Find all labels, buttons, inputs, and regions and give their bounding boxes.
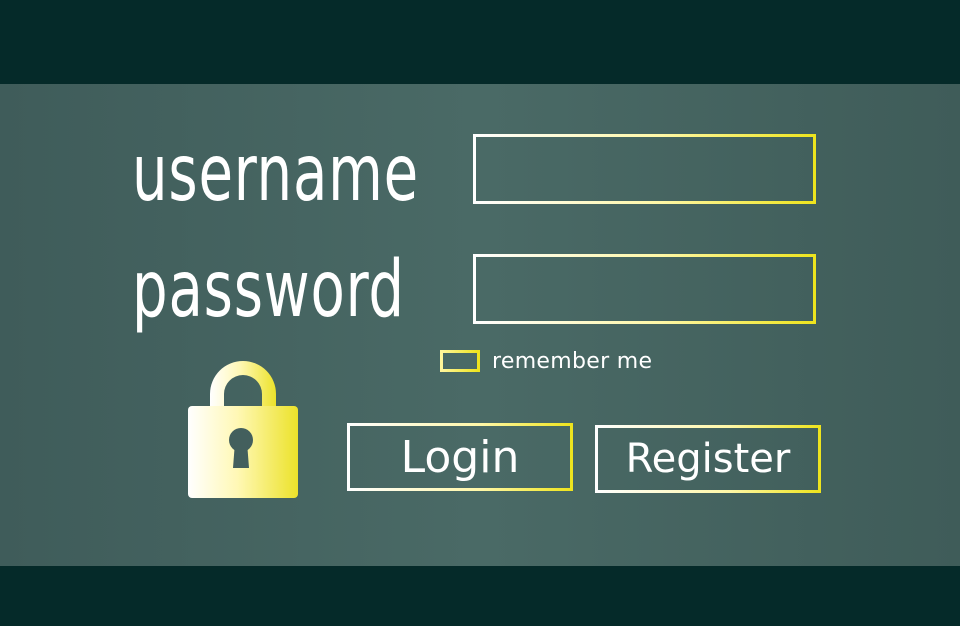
remember-me-checkbox[interactable] <box>440 350 480 372</box>
login-button[interactable]: Login <box>347 423 573 491</box>
remember-me[interactable]: remember me <box>440 348 652 374</box>
username-label: username <box>132 129 419 219</box>
username-input[interactable] <box>476 137 813 201</box>
padlock-icon <box>188 361 298 498</box>
username-field-box[interactable] <box>473 134 816 204</box>
password-field-box[interactable] <box>473 254 816 324</box>
remember-me-label: remember me <box>492 348 653 374</box>
password-input[interactable] <box>476 257 813 321</box>
password-label: password <box>132 245 405 335</box>
login-screen: username password remember me Login Regi… <box>0 0 960 626</box>
register-button[interactable]: Register <box>595 425 821 493</box>
login-panel: username password remember me Login Regi… <box>0 84 960 566</box>
